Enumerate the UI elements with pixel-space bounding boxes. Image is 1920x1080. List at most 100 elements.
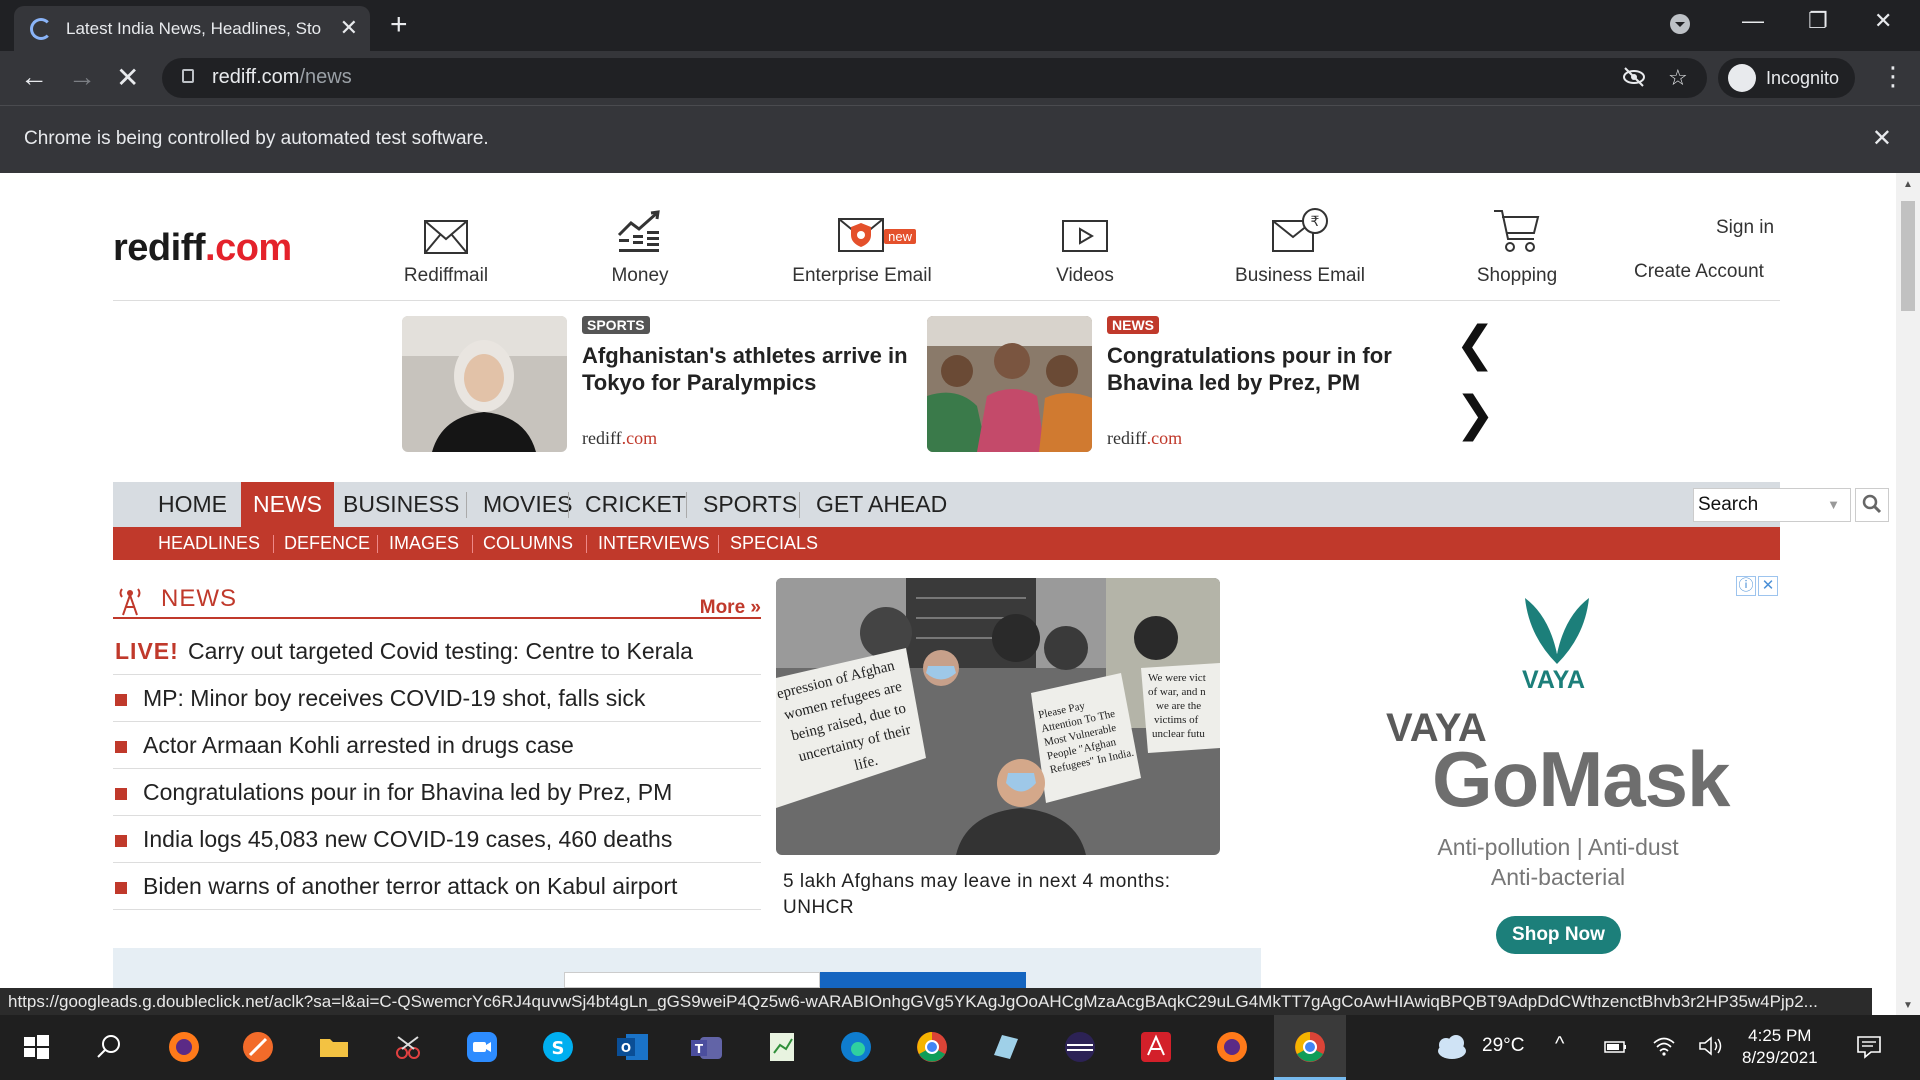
windows-start-icon[interactable] <box>18 1029 54 1065</box>
infobar-close-icon[interactable]: ✕ <box>1872 124 1892 153</box>
carousel-prev-icon[interactable]: ❮ <box>1455 316 1495 372</box>
eclipse-icon[interactable] <box>1062 1029 1098 1065</box>
minimize-icon[interactable]: — <box>1742 8 1764 34</box>
search-button[interactable] <box>1855 488 1889 522</box>
nav-tab-business[interactable]: BUSINESS <box>331 482 471 527</box>
news-headline[interactable]: Actor Armaan Kohli arrested in drugs cas… <box>143 732 574 759</box>
tab-search-icon[interactable] <box>1668 12 1692 42</box>
subnav-defence[interactable]: DEFENCE <box>284 527 370 560</box>
nav-tab-sports[interactable]: SPORTS <box>691 482 809 527</box>
subnav-headlines[interactable]: HEADLINES <box>158 527 260 560</box>
file-explorer-icon[interactable] <box>316 1029 352 1065</box>
back-icon[interactable]: ← <box>20 61 48 93</box>
document-chart-icon[interactable] <box>764 1029 800 1065</box>
wifi-icon[interactable] <box>1652 1035 1676 1057</box>
subnav-interviews[interactable]: INTERVIEWS <box>598 527 710 560</box>
firefox-icon[interactable] <box>166 1029 202 1065</box>
zoom-icon[interactable] <box>464 1029 500 1065</box>
nav-tab-get-ahead[interactable]: GET AHEAD <box>804 482 959 527</box>
story-headline[interactable]: Afghanistan's athletes arrive in Tokyo f… <box>582 342 912 396</box>
scrollbar-thumb[interactable] <box>1901 201 1915 311</box>
snipping-tool-icon[interactable] <box>390 1029 426 1065</box>
forward-icon[interactable]: → <box>68 61 96 93</box>
create-account-link[interactable]: Create Account <box>1634 261 1764 283</box>
story-source: rediff.com <box>1107 428 1183 448</box>
browser-tab[interactable]: Latest India News, Headlines, Sto ✕ <box>14 6 370 51</box>
subnav-images[interactable]: IMAGES <box>389 527 459 560</box>
nav-enterprise-email[interactable]: new Enterprise Email <box>786 203 938 287</box>
carousel-story[interactable]: NEWS Congratulations pour in for Bhavina… <box>927 316 1447 452</box>
search-input[interactable]: Search ▼ <box>1693 488 1851 522</box>
tab-close-icon[interactable]: ✕ <box>340 15 358 41</box>
scroll-up-icon[interactable]: ▲ <box>1903 179 1913 190</box>
ad-close-icon[interactable]: ✕ <box>1758 576 1778 596</box>
news-headline[interactable]: Carry out targeted Covid testing: Centre… <box>188 638 693 665</box>
carousel-story[interactable]: SPORTS Afghanistan's athletes arrive in … <box>402 316 922 452</box>
news-list-item[interactable]: India logs 45,083 new COVID-19 cases, 46… <box>113 816 761 863</box>
news-headline[interactable]: MP: Minor boy receives COVID-19 shot, fa… <box>143 685 645 712</box>
outlook-icon[interactable]: O <box>614 1029 650 1065</box>
weather-cloud-icon[interactable] <box>1434 1033 1468 1061</box>
chevron-down-icon[interactable]: ▼ <box>1827 489 1840 521</box>
advertisement[interactable]: ⓘ ✕ VAYA VAYA GoMask Anti-pollution | An… <box>1336 576 1780 976</box>
rediff-logo[interactable]: rediff.com <box>113 227 292 270</box>
sign-in-link[interactable]: Sign in <box>1716 217 1774 239</box>
nav-business-email[interactable]: ₹ Business Email <box>1226 203 1374 287</box>
promo-button[interactable] <box>820 972 1026 988</box>
bookmark-star-icon[interactable]: ☆ <box>1668 65 1688 91</box>
notifications-icon[interactable] <box>1856 1035 1882 1059</box>
chrome-icon[interactable] <box>914 1029 950 1065</box>
nav-rediffmail[interactable]: Rediffmail <box>396 203 496 287</box>
acrobat-icon[interactable] <box>1138 1029 1174 1065</box>
tracking-blocked-icon[interactable] <box>1622 65 1646 95</box>
nav-money[interactable]: Money <box>590 203 690 287</box>
nav-tab-cricket[interactable]: CRICKET <box>573 482 698 527</box>
system-clock[interactable]: 4:25 PM 8/29/2021 <box>1742 1025 1818 1069</box>
notes-app-icon[interactable] <box>988 1029 1024 1065</box>
search-icon[interactable] <box>92 1029 128 1065</box>
subnav-specials[interactable]: SPECIALS <box>730 527 818 560</box>
volume-icon[interactable] <box>1698 1035 1724 1057</box>
pen-app-icon[interactable] <box>240 1029 276 1065</box>
shop-now-button[interactable]: Shop Now <box>1496 916 1621 954</box>
edge-icon[interactable] <box>838 1029 874 1065</box>
menu-icon[interactable]: ⋮ <box>1880 61 1906 92</box>
story-thumbnail[interactable] <box>402 316 567 452</box>
story-headline[interactable]: Congratulations pour in for Bhavina led … <box>1107 342 1437 396</box>
scroll-down-icon[interactable]: ▼ <box>1903 1000 1913 1011</box>
ad-info-icon[interactable]: ⓘ <box>1736 576 1756 596</box>
more-news-link[interactable]: More » <box>700 597 761 619</box>
chevron-up-icon[interactable]: ^ <box>1555 1033 1564 1056</box>
firefox-icon[interactable] <box>1214 1029 1250 1065</box>
new-tab-icon[interactable]: + <box>390 8 408 42</box>
skype-icon[interactable]: S <box>540 1029 576 1065</box>
incognito-badge[interactable]: Incognito <box>1718 58 1856 98</box>
news-headline[interactable]: Congratulations pour in for Bhavina led … <box>143 779 672 806</box>
battery-icon[interactable] <box>1604 1039 1628 1055</box>
weather-temp[interactable]: 29°C <box>1482 1035 1524 1057</box>
story-thumbnail[interactable] <box>927 316 1092 452</box>
subnav-columns[interactable]: COLUMNS <box>483 527 573 560</box>
active-app-indicator[interactable] <box>1274 1015 1346 1080</box>
page-scrollbar[interactable]: ▲ ▼ <box>1896 173 1920 1015</box>
news-list-item[interactable]: LIVE! Carry out targeted Covid testing: … <box>113 628 761 675</box>
nav-tab-news[interactable]: NEWS <box>241 482 334 527</box>
news-headline[interactable]: Biden warns of another terror attack on … <box>143 873 677 900</box>
promo-input[interactable] <box>564 972 820 988</box>
news-list-item[interactable]: MP: Minor boy receives COVID-19 shot, fa… <box>113 675 761 722</box>
news-list-item[interactable]: Actor Armaan Kohli arrested in drugs cas… <box>113 722 761 769</box>
news-list-item[interactable]: Congratulations pour in for Bhavina led … <box>113 769 761 816</box>
stop-loading-icon[interactable]: ✕ <box>116 61 139 94</box>
news-list-item[interactable]: Biden warns of another terror attack on … <box>113 863 761 910</box>
carousel-next-icon[interactable]: ❯ <box>1455 386 1495 442</box>
teams-icon[interactable]: T <box>688 1029 724 1065</box>
address-bar[interactable]: rediff.com/news ☆ <box>162 58 1707 98</box>
close-window-icon[interactable]: ✕ <box>1874 8 1892 34</box>
news-headline[interactable]: India logs 45,083 new COVID-19 cases, 46… <box>143 826 672 853</box>
nav-videos[interactable]: Videos <box>1035 203 1135 287</box>
feature-image[interactable]: epression of Afghanwomen refugees arebei… <box>776 578 1220 855</box>
feature-caption[interactable]: 5 lakh Afghans may leave in next 4 month… <box>783 869 1213 921</box>
nav-shopping[interactable]: Shopping <box>1467 203 1567 287</box>
nav-tab-home[interactable]: HOME <box>146 482 239 527</box>
restore-icon[interactable]: ❐ <box>1808 8 1828 34</box>
